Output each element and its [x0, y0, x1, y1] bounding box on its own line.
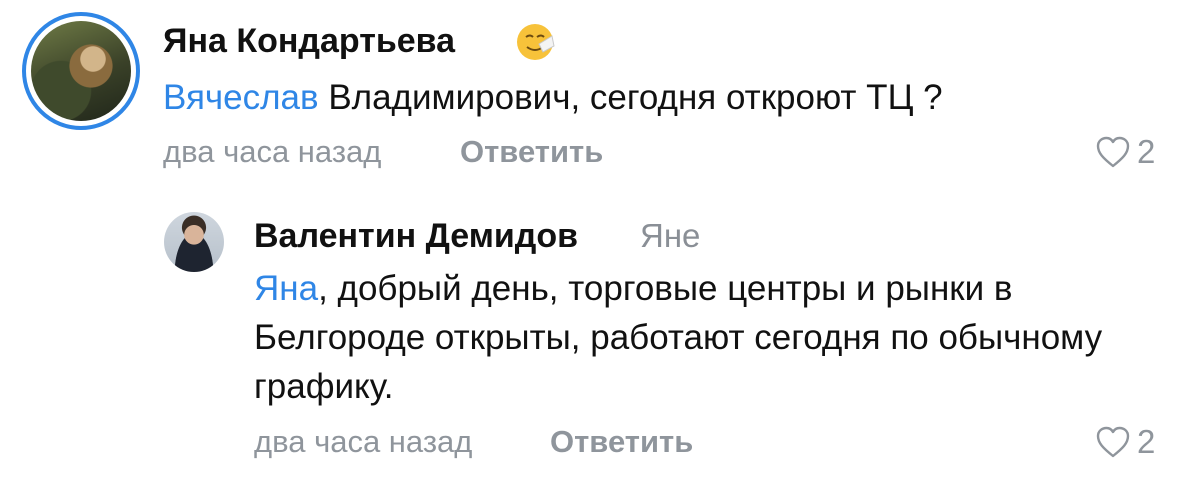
sneezing-face-emoji-icon	[517, 24, 555, 60]
avatar-yana[interactable]	[22, 12, 140, 130]
reply-text: Яна, добрый день, торговые центры и рынк…	[254, 264, 1174, 411]
reply-button[interactable]: Ответить	[550, 424, 693, 460]
comment-author-name[interactable]: Яна Кондартьева	[163, 21, 455, 61]
avatar-valentin[interactable]	[164, 212, 224, 272]
like-button[interactable]: 2	[1095, 423, 1155, 461]
reply-button[interactable]: Ответить	[460, 134, 603, 170]
heart-icon	[1096, 136, 1130, 168]
mention-link[interactable]: Вячеслав	[163, 78, 319, 117]
heart-icon	[1096, 426, 1130, 458]
reply-author-name[interactable]: Валентин Демидов	[254, 216, 578, 256]
reply-body: , добрый день, торговые центры и рынки в…	[254, 269, 1103, 406]
comment-timestamp: два часа назад	[163, 134, 382, 169]
like-button[interactable]: 2	[1095, 133, 1155, 171]
like-count: 2	[1137, 133, 1156, 170]
mention-link[interactable]: Яна	[254, 269, 318, 308]
comment-text: Вячеслав Владимирович, сегодня откроют Т…	[163, 73, 943, 122]
comment-body: Владимирович, сегодня откроют ТЦ ?	[318, 78, 943, 117]
avatar-photo	[31, 21, 131, 121]
reply-addressee[interactable]: Яне	[640, 216, 700, 256]
like-count: 2	[1137, 423, 1156, 460]
reply-timestamp: два часа назад	[254, 424, 473, 459]
